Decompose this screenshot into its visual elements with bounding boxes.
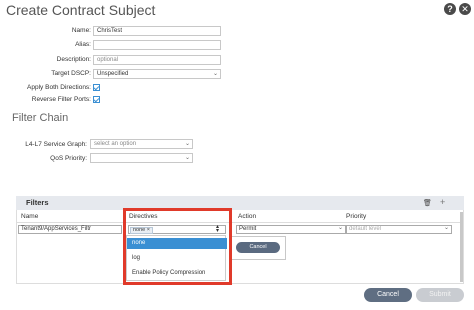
alias-input[interactable] xyxy=(93,40,221,50)
header-divider xyxy=(16,222,464,223)
name-label: Name: xyxy=(71,27,91,34)
reverse-filter-checkbox[interactable] xyxy=(93,96,100,103)
submit-button[interactable]: Submit xyxy=(416,288,464,302)
qos-label: QoS Priority: xyxy=(50,155,87,162)
target-dscp-label: Target DSCP: xyxy=(51,70,91,77)
chevron-down-icon: ⌄ xyxy=(212,71,218,77)
filter-name-input[interactable]: Tenant9/AppServices_Filtr xyxy=(18,225,122,234)
reverse-filter-label: Reverse Filter Ports: xyxy=(31,96,91,103)
priority-select[interactable]: default level ⌄ xyxy=(346,225,452,234)
alias-label: Alias: xyxy=(75,41,91,48)
chevron-down-icon: ⌄ xyxy=(184,141,190,147)
action-select[interactable]: Permit ⌄ xyxy=(236,225,346,234)
target-dscp-select[interactable]: Unspecified ⌄ xyxy=(93,69,221,79)
chevron-down-icon: ⌄ xyxy=(184,155,190,161)
filter-name-value: Tenant9/AppServices_Filtr xyxy=(21,226,92,232)
target-dscp-value: Unspecified xyxy=(97,71,129,77)
service-graph-select[interactable]: select an option ⌄ xyxy=(90,139,193,149)
trash-icon[interactable]: 🗑 xyxy=(423,199,432,207)
cancel-button[interactable]: Cancel xyxy=(364,288,412,302)
description-label: Description: xyxy=(56,56,91,63)
service-graph-placeholder: select an option xyxy=(94,141,137,147)
plus-icon[interactable]: + xyxy=(440,197,445,207)
chevron-down-icon: ⌄ xyxy=(443,225,449,231)
filter-chain-heading: Filter Chain xyxy=(12,112,69,124)
row-cancel-button[interactable]: Cancel xyxy=(236,242,280,253)
scrollbar[interactable] xyxy=(460,212,463,282)
help-icon[interactable]: ? xyxy=(444,3,456,15)
filters-title: Filters xyxy=(26,198,49,207)
description-input[interactable]: optional xyxy=(93,55,221,65)
column-header-action: Action xyxy=(238,213,257,220)
name-input[interactable]: ChrisTest xyxy=(93,26,221,36)
column-header-name: Name xyxy=(21,213,39,220)
column-header-priority: Priority xyxy=(346,213,367,220)
filters-header-bar xyxy=(16,196,464,210)
service-graph-label: L4-L7 Service Graph: xyxy=(25,141,87,148)
highlight-box xyxy=(123,208,232,285)
apply-both-label: Apply Both Directions: xyxy=(27,84,91,91)
priority-placeholder: default level xyxy=(349,226,382,232)
qos-select[interactable]: ⌄ xyxy=(90,153,193,163)
action-value: Permit xyxy=(239,226,257,232)
close-icon[interactable]: ✕ xyxy=(459,3,471,15)
chevron-down-icon: ⌄ xyxy=(337,225,343,231)
dialog-title: Create Contract Subject xyxy=(6,2,156,18)
apply-both-checkbox[interactable] xyxy=(93,84,100,91)
